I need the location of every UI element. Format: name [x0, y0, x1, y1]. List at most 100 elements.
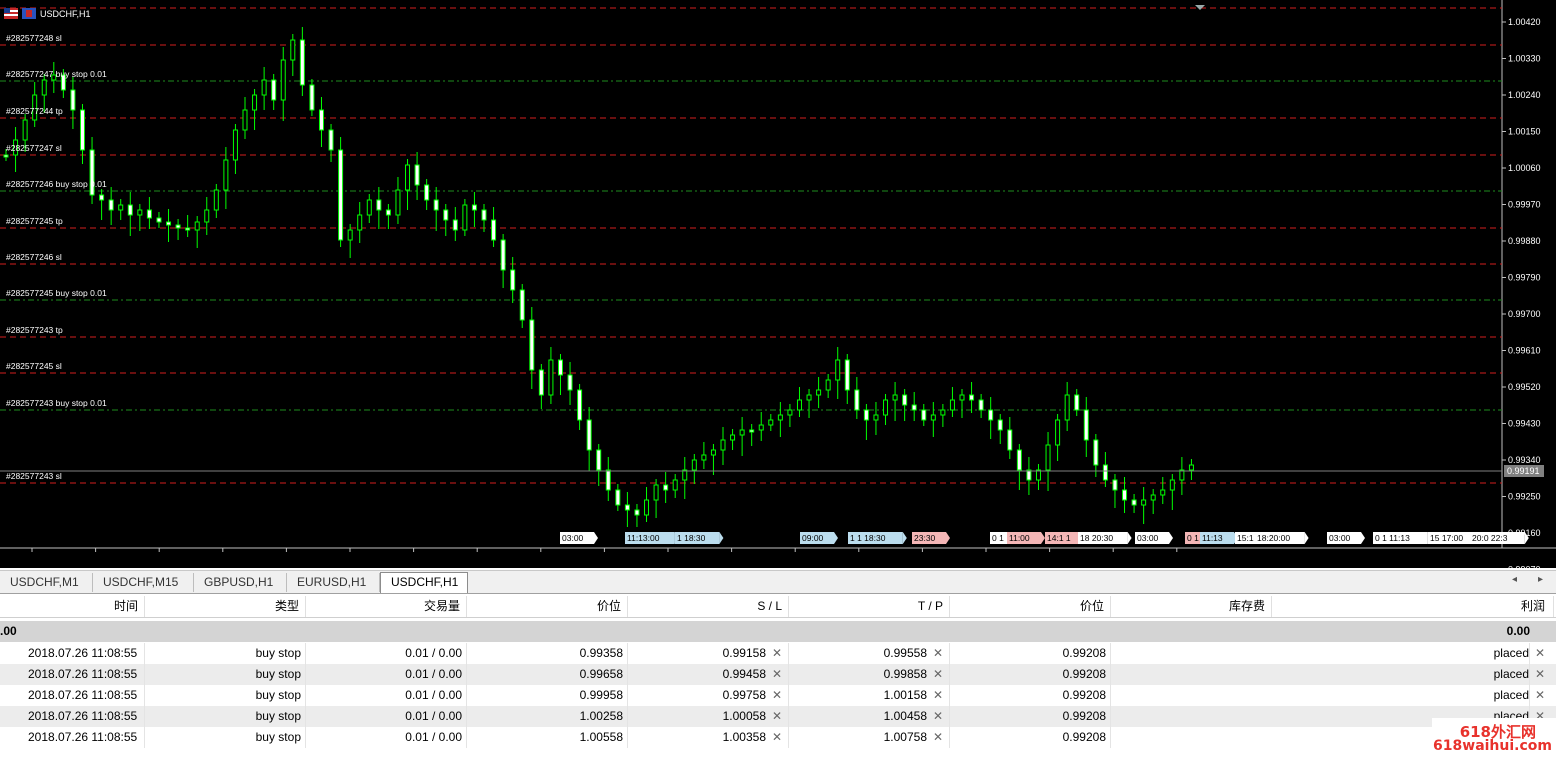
remove-sl-icon[interactable]: ✕ [772, 664, 782, 685]
group-left-value: .00 [0, 624, 17, 638]
candle-body [118, 204, 124, 211]
price-axis-label: 0.99340 [1508, 455, 1541, 465]
event-time-tag[interactable]: 1 18:30 [675, 532, 724, 544]
event-time-tag[interactable]: 1 1 18:30 [848, 532, 907, 544]
remove-sl-icon[interactable]: ✕ [772, 727, 782, 748]
candle-body [405, 164, 411, 191]
time-axis-label: 25 Jul 13:00 [1020, 553, 1069, 563]
candle-body [328, 129, 334, 151]
svg-text:0 1 11:13: 0 1 11:13 [1375, 533, 1410, 543]
time-axis-label: 23 Jul 21:00 [702, 553, 751, 563]
remove-tp-icon[interactable]: ✕ [933, 685, 943, 706]
time-axis-label: 18 Jul 2018 [2, 553, 49, 563]
remove-tp-icon[interactable]: ✕ [933, 727, 943, 748]
event-time-tag[interactable]: 11:00 [1007, 532, 1045, 544]
event-time-tag[interactable]: 23:30 [912, 532, 950, 544]
chart-window[interactable]: #282577248 sl #282577247 buy stop 0.01 #28… [0, 0, 1556, 568]
cell-type: buy stop [145, 685, 306, 706]
col-tp[interactable]: T / P [789, 596, 950, 617]
remove-sl-icon[interactable]: ✕ [772, 685, 782, 706]
tab-eurusd-h1[interactable]: EURUSD,H1 [287, 573, 380, 592]
remove-sl-icon[interactable]: ✕ [772, 706, 782, 727]
cell-volume: 0.01 / 0.00 [306, 685, 467, 706]
candle-body [873, 414, 879, 421]
event-time-tag[interactable]: 03:00 [1135, 532, 1173, 544]
remove-sl-icon[interactable]: ✕ [772, 643, 782, 664]
col-type[interactable]: 类型 [145, 596, 306, 617]
cancel-order-icon[interactable]: ✕ [1535, 664, 1545, 685]
time-axis-label: 20 Jul 21:00 [511, 553, 560, 563]
remove-tp-icon[interactable]: ✕ [933, 706, 943, 727]
price-axis-label: 0.99700 [1508, 309, 1541, 319]
tab-next-icon[interactable]: ▸ [1538, 574, 1543, 585]
col-price[interactable]: 价位 [467, 596, 628, 617]
candle-body [452, 219, 458, 231]
event-time-tag[interactable]: 03:00 [1327, 532, 1365, 544]
order-status: placed [1400, 664, 1530, 685]
watermark-line2: 618waihui.com [1433, 738, 1552, 754]
price-axis-label: 1.00150 [1508, 127, 1541, 137]
candle-body [223, 159, 229, 191]
price-axis-label: 0.99520 [1508, 382, 1541, 392]
cell-volume: 0.01 / 0.00 [306, 664, 467, 685]
tab-gbpusd-h1[interactable]: GBPUSD,H1 [194, 573, 287, 592]
event-time-tag[interactable]: 20:0 22:3 [1470, 532, 1529, 544]
table-row[interactable]: 2018.07.26 11:08:55 buy stop 0.01 / 0.00 1.… [0, 727, 1556, 748]
current-price-label: 0.99191 [1507, 466, 1540, 476]
candle-body [127, 204, 133, 216]
price-chart[interactable]: #282577248 sl #282577247 buy stop 0.01 #28… [0, 0, 1556, 568]
cell-sl: 1.00058 [628, 706, 789, 727]
table-row[interactable]: 2018.07.26 11:08:55 buy stop 0.01 / 0.00 1.… [0, 706, 1556, 727]
order-line-label: #282577243 tp [6, 325, 63, 335]
event-time-tag[interactable]: 18 20:30 [1078, 532, 1132, 544]
cell-tp: 1.00458 [789, 706, 950, 727]
remove-tp-icon[interactable]: ✕ [933, 664, 943, 685]
svg-text:11:13: 11:13 [1202, 533, 1223, 543]
col-time[interactable]: 时间 [0, 596, 145, 617]
table-row[interactable]: 2018.07.26 11:08:55 buy stop 0.01 / 0.00 0.… [0, 664, 1556, 685]
candle-body [720, 439, 726, 451]
candle-body [777, 414, 783, 421]
svg-text:15 17:00: 15 17:00 [1430, 533, 1463, 543]
candle-body [471, 204, 477, 211]
candle-body [567, 374, 573, 391]
col-volume[interactable]: 交易量 [306, 596, 467, 617]
svg-text:03:00: 03:00 [1137, 533, 1159, 543]
table-row[interactable]: 2018.07.26 11:08:55 buy stop 0.01 / 0.00 0.… [0, 643, 1556, 664]
candle-body [959, 394, 965, 401]
candle-body [261, 79, 267, 96]
cell-price: 1.00558 [467, 727, 628, 748]
tab-usdchf-m15[interactable]: USDCHF,M15 [93, 573, 194, 592]
col-profit[interactable]: 利润 [1272, 596, 1554, 617]
cancel-order-icon[interactable]: ✕ [1535, 643, 1545, 664]
candle-body [969, 394, 975, 401]
candle-body [663, 484, 669, 491]
price-axis-label: 0.99970 [1508, 200, 1541, 210]
time-axis-label: 24 Jul 21:00 [892, 553, 941, 563]
event-time-tag[interactable]: 18:20:00 [1255, 532, 1309, 544]
candle-body [854, 389, 860, 411]
tab-usdchf-m1[interactable]: USDCHF,M1 [0, 573, 93, 592]
cell-tp: 1.00758 [789, 727, 950, 748]
event-time-tag[interactable]: 09:00 [800, 532, 838, 544]
event-time-tag[interactable]: 11:13:00 [625, 532, 679, 544]
cell-sl: 0.99158 [628, 643, 789, 664]
cell-type: buy stop [145, 643, 306, 664]
cancel-order-icon[interactable]: ✕ [1535, 685, 1545, 706]
col-current-price[interactable]: 价位 [950, 596, 1111, 617]
cell-sl: 1.00358 [628, 727, 789, 748]
remove-tp-icon[interactable]: ✕ [933, 643, 943, 664]
cell-time: 2018.07.26 11:08:55 [0, 643, 145, 664]
candle-body [730, 434, 736, 441]
tab-prev-icon[interactable]: ◂ [1512, 574, 1517, 585]
cell-time: 2018.07.26 11:08:55 [0, 664, 145, 685]
event-time-tag[interactable]: 03:00 [560, 532, 598, 544]
tab-usdchf-h1[interactable]: USDCHF,H1 [380, 572, 468, 593]
event-time-tag[interactable]: 0 1 11:13 [1373, 532, 1432, 544]
table-row[interactable]: 2018.07.26 11:08:55 buy stop 0.01 / 0.00 0.… [0, 685, 1556, 706]
time-axis-label: 19 Jul 13:00 [256, 553, 305, 563]
candle-body [806, 394, 812, 401]
col-sl[interactable]: S / L [628, 596, 789, 617]
col-swap[interactable]: 库存费 [1111, 596, 1272, 617]
event-time-tag[interactable]: 11:13 [1200, 532, 1238, 544]
